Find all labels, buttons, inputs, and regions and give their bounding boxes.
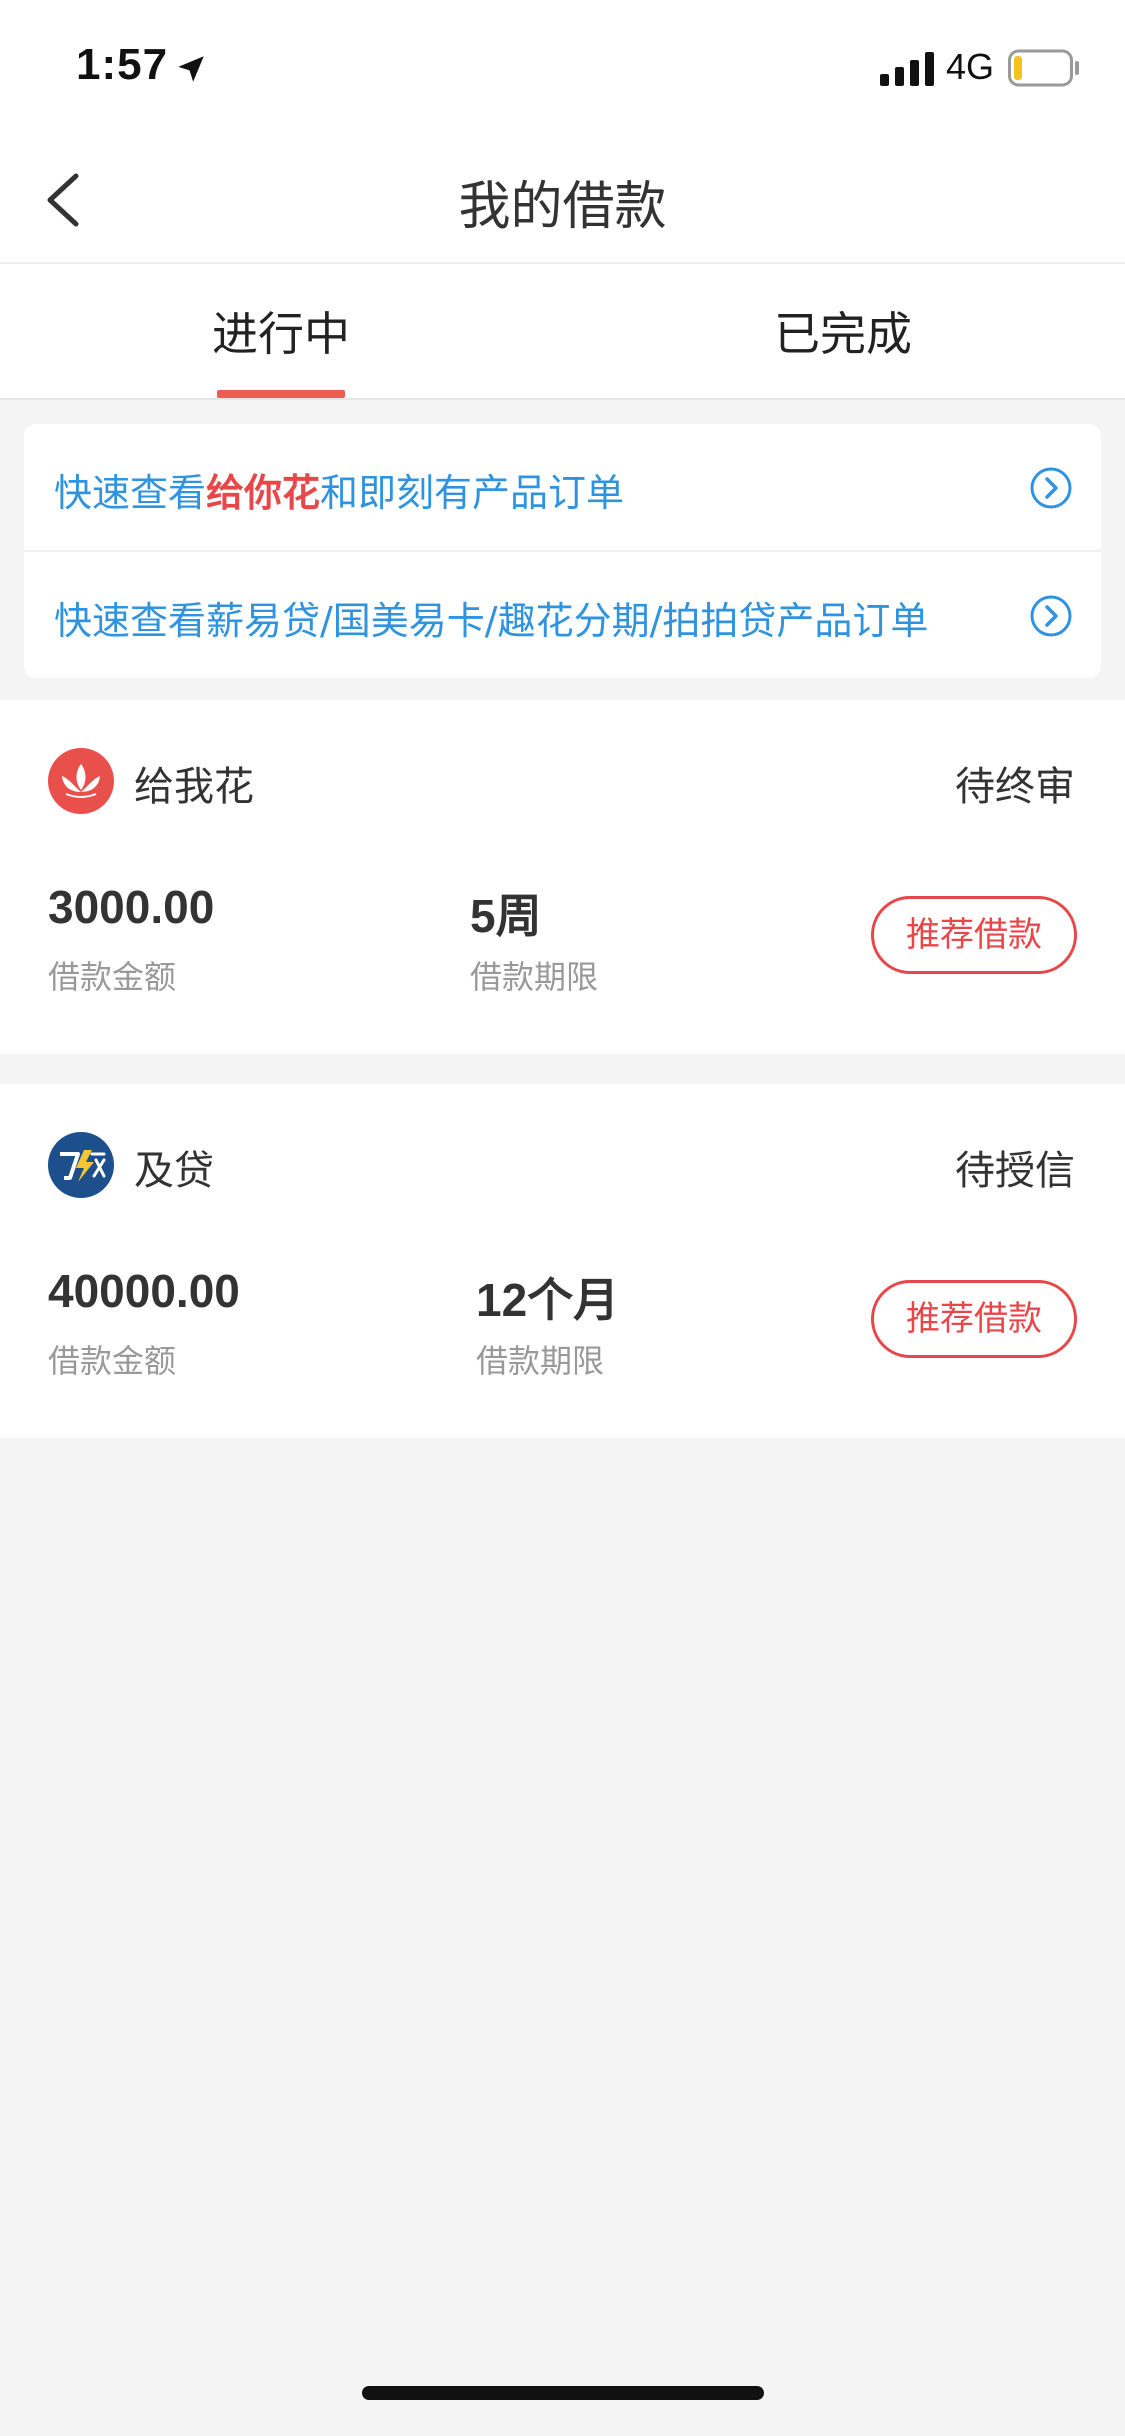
recommend-loan-button[interactable]: 推荐借款 (871, 896, 1077, 974)
location-arrow-icon (178, 56, 204, 82)
loan-amount-label: 借款金额 (48, 1342, 177, 1380)
quick-link-row[interactable]: 快速查看薪易贷/国美易卡/趣花分期/拍拍贷产品订单 (24, 552, 1101, 678)
loan-term: 5周 (470, 890, 542, 942)
lotus-logo-icon (48, 748, 114, 814)
page-title: 我的借款 (458, 177, 667, 237)
quick-link-suffix: 和即刻有产品订单 (320, 471, 625, 515)
tab-active-indicator (217, 390, 345, 398)
network-label: 4G (946, 46, 995, 87)
quick-link-row[interactable]: 快速查看给你花和即刻有产品订单 (24, 424, 1101, 552)
quick-link-text: 快速查看给你花和即刻有产品订单 (54, 462, 624, 517)
status-bar: 1:57 4G (0, 0, 1125, 136)
loan-card[interactable]: 及贷 待授信 40000.00 借款金额 12个月 借款期限 推荐借款 (0, 1084, 1125, 1438)
loan-term-label: 借款期限 (476, 1342, 605, 1380)
loan-status: 待终审 (955, 764, 1075, 810)
signal-icon (880, 52, 934, 86)
loan-term: 12个月 (476, 1274, 620, 1326)
loan-card[interactable]: 给我花 待终审 3000.00 借款金额 5周 借款期限 推荐借款 (0, 700, 1125, 1054)
tab-bar: 进行中 已完成 (0, 264, 1125, 400)
quick-link-prefix: 快速查看 (54, 471, 207, 515)
status-time: 1:57 (76, 40, 169, 89)
home-indicator[interactable] (362, 2386, 764, 2400)
chevron-right-circle-icon (1030, 595, 1072, 637)
quick-link-text: 快速查看薪易贷/国美易卡/趣花分期/拍拍贷产品订单 (54, 590, 928, 645)
loan-status: 待授信 (955, 1148, 1075, 1194)
loan-amount: 3000.00 (48, 881, 215, 933)
product-name: 给我花 (134, 764, 254, 810)
recommend-loan-button[interactable]: 推荐借款 (871, 1280, 1077, 1358)
quick-link-prefix: 快速查看薪易贷/国美易卡/趣花分期/拍拍贷产品订单 (54, 599, 929, 643)
nav-bar: 我的借款 (0, 136, 1125, 264)
loan-amount-label: 借款金额 (48, 958, 177, 996)
quick-links-card: 快速查看给你花和即刻有产品订单 快速查看薪易贷/国美易卡/趣花分期/拍拍贷产品订… (24, 424, 1101, 678)
tab-completed[interactable]: 已完成 (562, 264, 1124, 398)
jidai-logo-icon (48, 1132, 114, 1198)
loan-term-label: 借款期限 (470, 958, 599, 996)
product-name: 及贷 (134, 1148, 214, 1194)
chevron-right-circle-icon (1030, 467, 1072, 509)
battery-icon (1008, 49, 1079, 87)
tab-label: 进行中 (212, 307, 350, 361)
quick-link-highlight: 给你花 (206, 471, 321, 515)
tab-label: 已完成 (774, 307, 912, 361)
tab-in-progress[interactable]: 进行中 (0, 264, 562, 398)
loan-amount: 40000.00 (48, 1265, 240, 1317)
